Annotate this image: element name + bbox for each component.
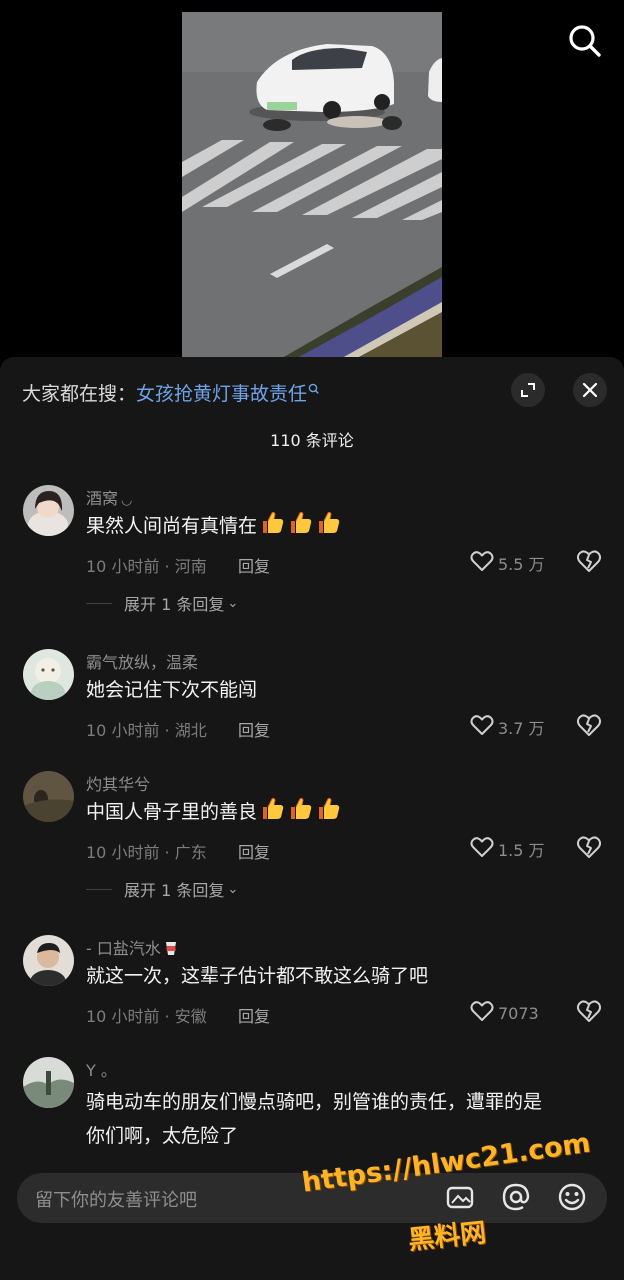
search-icon <box>569 25 601 57</box>
broken-heart-icon <box>576 836 602 863</box>
smile-icon: ◡ <box>121 493 133 508</box>
video-scene-image <box>182 12 442 358</box>
reply-button[interactable]: 回复 <box>238 717 270 741</box>
comment-panel: 大家都在搜：女孩抢黄灯事故责任 110 条评论 酒窝 ◡ 果然人间尚有真情在 10… <box>0 357 624 1280</box>
chevron-down-icon: ⌄ <box>227 881 239 897</box>
comment-text: 果然人间尚有真情在 <box>86 509 341 543</box>
image-icon <box>446 1186 474 1209</box>
emoji-icon <box>558 1183 586 1211</box>
broken-heart-icon <box>576 550 602 577</box>
search-suggestion-link[interactable]: 女孩抢黄灯事故责任 <box>136 383 307 405</box>
avatar[interactable] <box>23 649 74 700</box>
search-suggestion: 大家都在搜：女孩抢黄灯事故责任 <box>22 379 319 406</box>
search-suggestion-prefix: 大家都在搜： <box>22 383 137 405</box>
mention-button[interactable] <box>500 1181 532 1213</box>
comment-text: 她会记住下次不能闯 <box>86 679 258 701</box>
reply-button[interactable]: 回复 <box>238 553 270 577</box>
heart-outline-icon <box>470 550 494 576</box>
dislike-button[interactable] <box>576 549 602 575</box>
chevron-down-icon: ⌄ <box>227 595 239 611</box>
thumbs-up-emoji <box>257 511 341 537</box>
like-button[interactable]: 5.5 万 <box>470 550 545 576</box>
comment-count: 110 条评论 <box>270 431 354 450</box>
at-icon <box>502 1183 530 1211</box>
comment-text-line-2: 你们啊，太危险了 <box>86 1125 239 1147</box>
comment-input-placeholder: 留下你的友善评论吧 <box>35 1190 197 1211</box>
like-button[interactable]: 7073 <box>470 1000 539 1026</box>
collapse-button[interactable] <box>511 373 545 407</box>
comment-text: 就这一次，这辈子估计都不敢这么骑了吧 <box>86 965 429 987</box>
search-small-icon[interactable] <box>308 379 319 401</box>
broken-heart-icon <box>576 714 602 741</box>
comment-username[interactable]: 灼其华兮 <box>86 771 150 795</box>
comment-meta: 10 小时前 · 湖北 <box>86 721 207 740</box>
avatar[interactable] <box>23 1057 74 1108</box>
dislike-button[interactable] <box>576 835 602 861</box>
comment-text: 骑电动车的朋友们慢点骑吧，别管谁的责任，遭罪的是 <box>86 1091 543 1113</box>
broken-heart-icon <box>576 1000 602 1027</box>
collapse-icon <box>521 383 535 397</box>
comment-username[interactable]: Y 。 <box>86 1057 117 1081</box>
like-button[interactable]: 1.5 万 <box>470 836 545 862</box>
drink-icon <box>165 939 177 958</box>
image-button[interactable] <box>444 1181 476 1213</box>
comment-username[interactable]: - 口盐汽水 <box>86 935 177 959</box>
avatar[interactable] <box>23 771 74 822</box>
close-icon <box>582 382 598 398</box>
video-frame[interactable] <box>182 12 442 358</box>
heart-outline-icon <box>470 714 494 740</box>
expand-replies-button[interactable]: 展开 1 条回复 ⌄ <box>86 877 238 901</box>
comment-meta: 10 小时前 · 安徽 <box>86 1007 207 1026</box>
thumbs-up-emoji <box>257 797 341 823</box>
dislike-button[interactable] <box>576 999 602 1025</box>
reply-button[interactable]: 回复 <box>238 839 270 863</box>
emoji-button[interactable] <box>556 1181 588 1213</box>
comment-text: 中国人骨子里的善良 <box>86 795 341 829</box>
comment-username[interactable]: 霸气放纵，温柔 <box>86 649 198 673</box>
avatar[interactable] <box>23 935 74 986</box>
search-button[interactable] <box>566 22 604 60</box>
comment-username[interactable]: 酒窝 ◡ <box>86 485 132 509</box>
close-button[interactable] <box>573 373 607 407</box>
video-player[interactable] <box>0 0 624 360</box>
heart-outline-icon <box>470 836 494 862</box>
heart-outline-icon <box>470 1000 494 1026</box>
like-button[interactable]: 3.7 万 <box>470 714 545 740</box>
reply-button[interactable]: 回复 <box>238 1003 270 1027</box>
comment-meta: 10 小时前 · 广东 <box>86 843 207 862</box>
dislike-button[interactable] <box>576 713 602 739</box>
avatar[interactable] <box>23 485 74 536</box>
expand-replies-button[interactable]: 展开 1 条回复 ⌄ <box>86 591 238 615</box>
comment-meta: 10 小时前 · 河南 <box>86 557 207 576</box>
